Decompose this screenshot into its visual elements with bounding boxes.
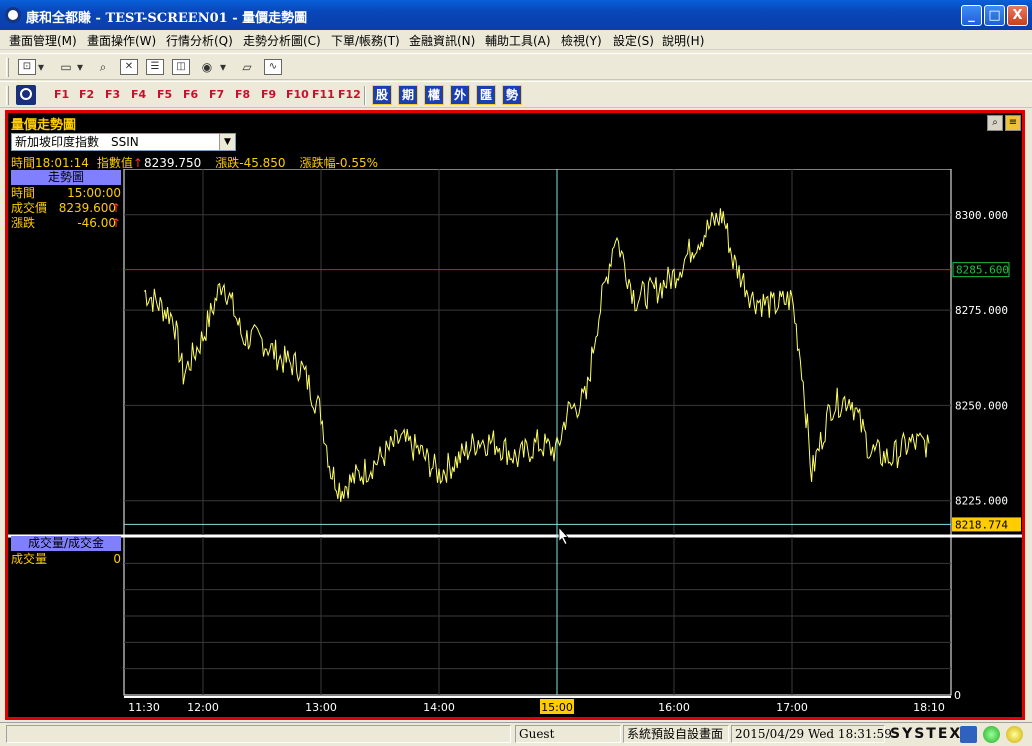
chevron-down-icon[interactable]: ▼ — [219, 134, 235, 150]
toolbar-main: ⊡ ▾ ▭ ▾ ⌕ ✕ ☰ ◫ ◉ ▾ ▱ ∿ — [0, 53, 1032, 80]
maximize-button[interactable]: □ — [984, 5, 1005, 26]
trend-row-change: 漲跌 -46.00 ↑ — [11, 216, 121, 230]
new-screen-icon[interactable]: ⊡ — [18, 59, 36, 75]
x-tick-label: 18:10 — [913, 701, 945, 714]
trend-panel-header: 走勢圖 — [11, 170, 121, 185]
network-icon[interactable] — [960, 726, 977, 743]
menu-quote-analysis[interactable]: 行情分析(Q) — [166, 32, 233, 49]
search-icon[interactable]: ⌕ — [94, 59, 112, 75]
window-title: 康和全都賺 - TEST-SCREEN01 - 量價走勢圖 — [26, 11, 308, 26]
alert-status-icon[interactable] — [1006, 726, 1023, 743]
futures-button[interactable]: 期 — [398, 85, 418, 105]
mouse-cursor-icon — [558, 526, 569, 545]
settings-icon[interactable]: ≡ — [1005, 115, 1021, 131]
connection-status-icon[interactable] — [983, 726, 1000, 743]
zoom-icon[interactable]: ⌕ — [987, 115, 1003, 131]
menu-screen-manage[interactable]: 畫面管理(M) — [9, 32, 77, 49]
panel-title: 量價走勢圖 — [11, 118, 77, 133]
volume-axis-label: 0 — [954, 689, 961, 702]
volume-row: 成交量 0 — [11, 552, 121, 566]
f8-key[interactable]: F8 — [235, 88, 250, 101]
symbol-select[interactable]: 新加坡印度指數 SSIN ▼ — [11, 133, 236, 151]
status-message — [6, 725, 511, 743]
trend-row-time: 時間 15:00:00 — [11, 186, 121, 200]
volume-panel-header: 成交量/成交金 — [11, 536, 121, 551]
minimize-button[interactable]: _ — [961, 5, 982, 26]
menu-settings[interactable]: 設定(S) — [613, 32, 654, 49]
app-window: 康和全都賺 - TEST-SCREEN01 - 量價走勢圖 _ □ X 畫面管理… — [0, 0, 1032, 746]
f3-key[interactable]: F3 — [105, 88, 120, 101]
menu-screen-operate[interactable]: 畫面操作(W) — [87, 32, 156, 49]
reference-price-label: 8285.600 — [956, 264, 1009, 277]
status-layout: 系統預設自設畫面 — [623, 725, 729, 743]
globe-icon[interactable]: ◉ — [198, 59, 216, 75]
quote-change-pct: 漲跌幅-0.55% — [299, 156, 379, 170]
x-tick-label: 12:00 — [187, 701, 219, 714]
foreign-button[interactable]: 外 — [450, 85, 470, 105]
menu-bar: 畫面管理(M) 畫面操作(W) 行情分析(Q) 走勢分析圖(C) 下單/帳務(T… — [0, 30, 1032, 50]
x-tick-label: 15:00 — [541, 701, 573, 714]
f1-key[interactable]: F1 — [54, 88, 69, 101]
dropdown-arrow-icon[interactable]: ▾ — [36, 59, 46, 75]
y-tick-label: 8275.000 — [955, 304, 1008, 317]
up-arrow-icon: ↑ — [132, 156, 143, 170]
f10-key[interactable]: F10 — [286, 88, 309, 101]
close-button[interactable]: X — [1007, 5, 1028, 26]
status-bar: Guest 系統預設自設畫面 2015/04/29 Wed 18:31:59 S… — [0, 722, 1032, 746]
x-tick-label: 13:00 — [305, 701, 337, 714]
stock-button[interactable]: 股 — [372, 85, 392, 105]
quote-change: 漲跌-45.850 — [215, 156, 286, 170]
systex-logo: SYSTEX — [890, 726, 963, 742]
quote-index-label: 指數值 — [96, 156, 133, 170]
dropdown-arrow-icon[interactable]: ▾ — [75, 59, 85, 75]
menu-financial-info[interactable]: 金融資訊(N) — [409, 32, 475, 49]
home-logo-icon[interactable] — [16, 85, 36, 105]
menu-order-account[interactable]: 下單/帳務(T) — [331, 32, 400, 49]
app-logo-icon — [5, 7, 21, 23]
x-tick-label: 11:30 — [128, 701, 160, 714]
y-tick-label: 8300.000 — [955, 209, 1008, 222]
f12-key[interactable]: F12 — [338, 88, 361, 101]
split-horizontal-icon[interactable]: ☰ — [146, 59, 164, 75]
y-tick-label: 8225.000 — [955, 495, 1008, 508]
chart-icon[interactable]: ∿ — [264, 59, 282, 75]
trend-row-price: 成交價 8239.600 ↑ — [11, 201, 121, 215]
status-user: Guest — [515, 725, 621, 743]
menu-help[interactable]: 說明(H) — [662, 32, 704, 49]
title-bar: 康和全都賺 - TEST-SCREEN01 - 量價走勢圖 _ □ X — [0, 0, 1032, 30]
f5-key[interactable]: F5 — [157, 88, 172, 101]
f7-key[interactable]: F7 — [209, 88, 224, 101]
y-tick-label: 8250.000 — [955, 399, 1008, 412]
f4-key[interactable]: F4 — [131, 88, 146, 101]
price-plot-frame — [123, 169, 952, 536]
split-vertical-icon[interactable]: ◫ — [172, 59, 190, 75]
toolbar-function: F1 F2 F3 F4 F5 F6 F7 F8 F9 F10 F11 F12 股… — [0, 81, 1032, 108]
options-button[interactable]: 權 — [424, 85, 444, 105]
menu-trend-chart[interactable]: 走勢分析圖(C) — [243, 32, 321, 49]
menu-tools[interactable]: 輔助工具(A) — [485, 32, 551, 49]
menu-view[interactable]: 檢視(Y) — [561, 32, 602, 49]
trend-button[interactable]: 勢 — [502, 85, 522, 105]
price-volume-chart[interactable]: 8300.000 8275.000 8250.000 8225.000 8285.600… — [8, 169, 1022, 717]
f6-key[interactable]: F6 — [183, 88, 198, 101]
quote-line: 時間18:01:14 指數值↑8239.750 漲跌-45.850 漲跌幅-0.55% — [11, 154, 386, 170]
chart-panel: 量價走勢圖 ⌕ ≡ 新加坡印度指數 SSIN ▼ 時間18:01:14 指數值↑8… — [5, 110, 1025, 720]
price-series-line — [143, 208, 930, 502]
monitor-icon[interactable]: ▭ — [57, 59, 75, 75]
f9-key[interactable]: F9 — [261, 88, 276, 101]
cursor-price-label: 8218.774 — [955, 518, 1008, 531]
close-window-icon[interactable]: ✕ — [120, 59, 138, 75]
x-tick-label: 14:00 — [423, 701, 455, 714]
dropdown-arrow-icon[interactable]: ▾ — [218, 59, 228, 75]
f2-key[interactable]: F2 — [79, 88, 94, 101]
f11-key[interactable]: F11 — [312, 88, 335, 101]
symbol-select-value: 新加坡印度指數 SSIN — [15, 135, 139, 149]
quote-index-value: 8239.750 — [143, 156, 202, 170]
quote-time: 時間18:01:14 — [11, 156, 89, 170]
x-tick-label: 16:00 — [658, 701, 690, 714]
print-icon[interactable]: ▱ — [238, 59, 256, 75]
x-tick-label: 17:00 — [776, 701, 808, 714]
fx-button[interactable]: 匯 — [476, 85, 496, 105]
status-datetime: 2015/04/29 Wed 18:31:59 — [731, 725, 892, 743]
